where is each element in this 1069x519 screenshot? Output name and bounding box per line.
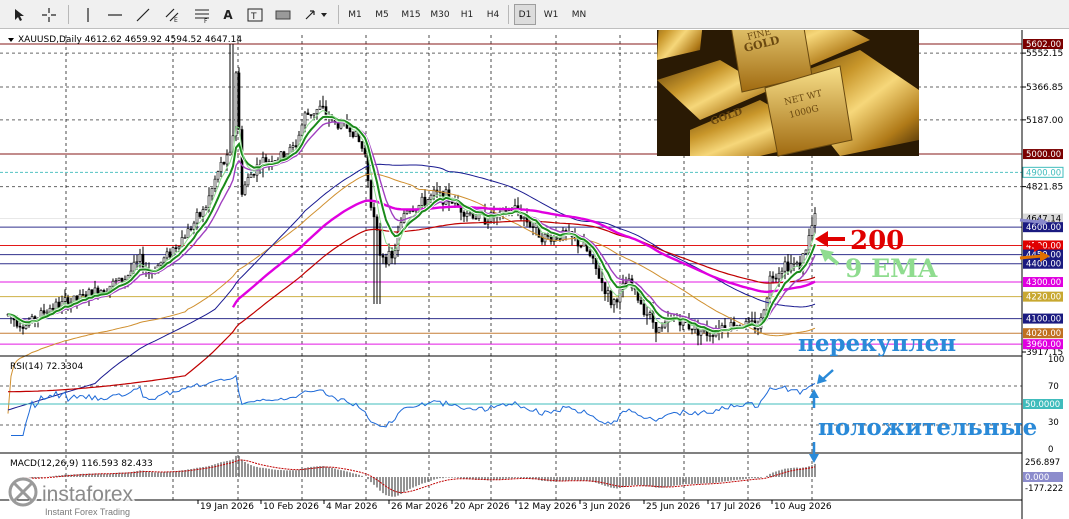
fibonacci-tool-button[interactable]: F [190,4,214,25]
candle [657,326,661,333]
text-label-icon: T [247,8,263,22]
rsi-level-label: 100 [1048,355,1064,365]
timeframe-w1-button[interactable]: W1 [540,4,562,25]
candle [237,67,241,131]
price-marker-label: 3960.00 [1026,340,1061,350]
horizontal-line-icon [108,13,122,16]
date-axis-label: 4 Mar 2026 [326,502,378,512]
price-chart[interactable]: 5552.155366.855187.004821.853917.155602.… [0,30,1069,519]
arrows-tool-button[interactable] [300,4,332,25]
price-scale-label: 4821.85 [1026,183,1063,193]
price-marker-label: 4400.00 [1026,260,1061,270]
trendline-tool-button[interactable] [132,4,154,25]
timeframe-m30-button[interactable]: M30 [427,4,453,25]
price-marker-label: 4300.00 [1026,278,1061,288]
arrows-icon [305,9,327,19]
svg-text:F: F [204,18,208,23]
text-tool-button[interactable]: A [218,4,238,25]
channel-icon: E [165,8,179,23]
macd-level-label: 256.897 [1025,458,1060,468]
rsi-level-label: 0 [1048,445,1053,455]
price-marker-label: 5000.00 [1026,150,1061,160]
timeframe-h4-button[interactable]: H4 [482,4,504,25]
watermark-brand: instaforex [42,483,134,506]
date-axis-label: 10 Aug 2026 [774,502,832,512]
timeframe-m1-button[interactable]: M1 [344,4,366,25]
price-scale-label: 5366.85 [1026,83,1063,93]
date-axis-label: 17 Jul 2026 [710,502,761,512]
fibonacci-icon: F [195,9,209,23]
timeframe-mn-button[interactable]: MN [568,4,590,25]
rsi-level-label: 70 [1048,382,1059,392]
rectangle-shape-icon [275,10,291,19]
date-axis-label: 25 Jun 2026 [646,502,700,512]
rsi-level-label: 30 [1048,418,1059,428]
overbought-label: перекуплен [798,330,956,357]
ema9-label: 9 EMA [845,254,938,283]
price-marker-label: 4220.00 [1026,293,1061,303]
price-marker-label: 5602.00 [1026,40,1061,50]
trendline-icon [136,8,150,21]
svg-text:E: E [174,17,178,23]
macd-level-label: 0.000 [1025,473,1049,483]
date-axis-label: 20 Apr 2026 [454,502,510,512]
candle [369,179,373,211]
ma200-label: 200 [850,226,904,256]
chart-toolbar: E F A T M1 M5 M15 M30 H1 H4 D1 W1 MN [0,0,1069,29]
timeframe-d1-button[interactable]: D1 [514,4,536,25]
text-label-tool-button[interactable]: T [244,4,266,25]
date-axis-label: 19 Jan 2026 [200,502,254,512]
rsi-label: RSI(14) 72.3304 [10,362,83,372]
price-scale-label: 5187.00 [1026,116,1063,126]
date-axis-label: 10 Feb 2026 [263,502,319,512]
rsi-level-label: 50.0000 [1025,400,1060,410]
gold-bars-image: FINE GOLD NET WT 1000G GOLD [657,30,919,157]
macd-label: MACD(12,26,9) 116.593 82.433 [10,459,153,469]
shapes-tool-button[interactable] [272,4,294,25]
crosshair-tool-button[interactable] [36,4,62,25]
timeframe-m5-button[interactable]: M5 [371,4,393,25]
price-marker-label: 4900.00 [1026,168,1061,178]
candle [117,277,121,281]
cursor-tool-button[interactable] [8,4,30,25]
price-marker-label: 4100.00 [1026,315,1061,325]
positive-label: положительные [818,414,1037,441]
candle [240,125,244,197]
macd-level-label: -177.222 [1025,484,1063,494]
crosshair-icon [42,7,56,22]
date-axis-label: 26 Mar 2026 [391,502,448,512]
price-scale-label: 5552.15 [1026,49,1063,59]
candle [354,131,358,138]
date-axis-label: 12 May 2026 [518,502,577,512]
symbol-info: XAUUSD,Daily 4612.62 4659.92 4594.52 464… [18,35,242,45]
date-axis-label: 3 Jun 2026 [582,502,631,512]
cursor-arrow-icon [15,8,24,21]
equidistant-channel-tool-button[interactable]: E [160,4,184,25]
watermark-tagline: Instant Forex Trading [45,507,130,517]
horizontal-line-tool-button[interactable] [104,4,126,25]
price-marker-label: 4600.00 [1026,223,1061,233]
vertical-line-tool-button[interactable] [78,4,98,25]
price-marker-label: 4020.00 [1026,329,1061,339]
vertical-line-icon [87,7,89,22]
timeframe-h1-button[interactable]: H1 [456,4,478,25]
svg-text:T: T [250,12,257,22]
timeframe-m15-button[interactable]: M15 [398,4,424,25]
